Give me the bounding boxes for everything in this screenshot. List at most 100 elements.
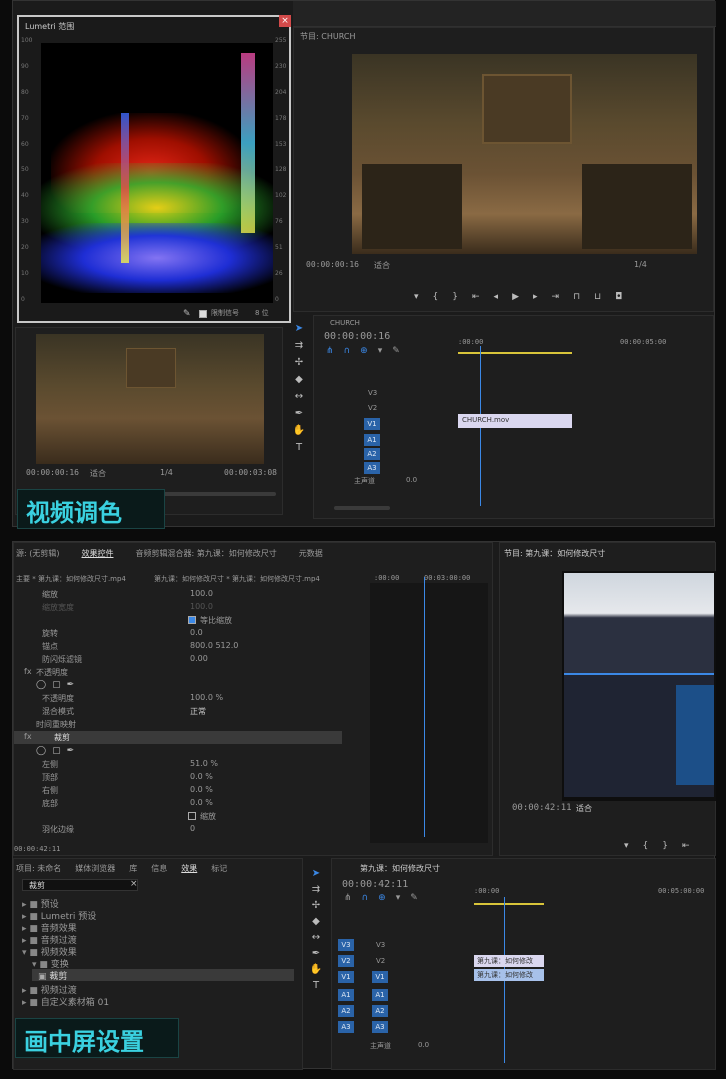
master-value-2[interactable]: 0.0 — [418, 1041, 429, 1049]
track-a1-source[interactable]: A1 — [338, 989, 354, 1001]
settings-icon[interactable]: ✎ — [392, 346, 400, 356]
tab-markers[interactable]: 标记 — [211, 863, 227, 874]
work-area-bar[interactable] — [458, 352, 572, 354]
selection-tool-icon[interactable]: ➤ — [295, 323, 303, 334]
program-fit-select-2[interactable]: 适合 — [576, 803, 592, 814]
source-timecode[interactable]: 00:00:00:16 — [26, 468, 79, 477]
go-in-icon[interactable]: ⇤ — [472, 292, 480, 306]
track-a2-source[interactable]: A2 — [338, 1005, 354, 1017]
track-a3-target[interactable]: A3 — [372, 1021, 388, 1033]
step-fwd-icon[interactable]: ▸ — [533, 292, 538, 306]
slip-icon[interactable]: ↔ — [295, 391, 303, 402]
step-back-icon[interactable]: ◂ — [494, 292, 499, 306]
effects-search-input[interactable]: 裁剪 — [22, 879, 138, 891]
sequence-timecode[interactable]: 00:00:00:16 — [324, 331, 390, 342]
tab-effect-controls[interactable]: 效果控件 — [81, 548, 113, 559]
out-icon[interactable]: } — [452, 292, 458, 306]
tab-source[interactable]: 源: (无剪辑) — [16, 548, 59, 559]
linked-icon[interactable]: ∩ — [362, 893, 369, 903]
source-fit-select[interactable]: 适合 — [90, 468, 106, 479]
ec-playhead[interactable] — [424, 577, 425, 837]
in-icon[interactable]: { — [433, 292, 439, 306]
clip-v2[interactable]: 第九课：如何修改 — [474, 955, 544, 967]
razor-icon[interactable]: ◆ — [295, 374, 303, 385]
rect-mask-icon[interactable]: ▢ — [52, 746, 61, 756]
out-icon[interactable]: } — [662, 841, 668, 851]
prop-value[interactable]: 0.0 % — [190, 798, 213, 807]
prop-value[interactable]: 0.0 % — [190, 772, 213, 781]
track-a3-target[interactable]: A3 — [364, 462, 380, 474]
extract-icon[interactable]: ⊔ — [594, 292, 601, 306]
clamp-checkbox[interactable] — [199, 310, 207, 318]
tree-item[interactable]: ▾ ■ 变换 — [32, 957, 232, 970]
linked-icon[interactable]: ∩ — [344, 346, 351, 356]
scope-title[interactable]: Lumetri 范围 — [25, 21, 74, 32]
ec-sequence-clip[interactable]: 第九课：如何修改尺寸 * 第九课：如何修改尺寸.mp4 — [154, 574, 320, 584]
pen-icon[interactable]: ✒ — [312, 948, 320, 959]
prop-value[interactable]: 800.0 512.0 — [190, 641, 238, 650]
play-icon[interactable]: ▶ — [512, 292, 519, 306]
sequence-timecode-2[interactable]: 00:00:42:11 — [342, 879, 408, 890]
program-res-select[interactable]: 1/4 — [634, 260, 647, 269]
tab-media-browser[interactable]: 媒体浏览器 — [75, 863, 115, 874]
work-area-bar-2[interactable] — [474, 903, 544, 905]
prop-value[interactable]: 0.00 — [190, 654, 208, 663]
camera-icon[interactable]: ◘ — [615, 292, 622, 306]
clip-church[interactable]: CHURCH.mov — [458, 414, 572, 428]
search-clear-icon[interactable]: × — [130, 879, 138, 889]
ripple-edit-icon[interactable]: ✢ — [295, 357, 303, 368]
track-v1-target[interactable]: V1 — [372, 971, 388, 983]
track-a1-target[interactable]: A1 — [364, 434, 380, 446]
tab-libraries[interactable]: 库 — [129, 863, 137, 874]
slip-icon[interactable]: ↔ — [312, 932, 320, 943]
tab-metadata[interactable]: 元数据 — [299, 548, 323, 559]
tree-item[interactable]: ▸ ■ 音频效果 — [22, 921, 222, 934]
pen-mask-icon[interactable]: ✒ — [67, 746, 75, 756]
tab-project[interactable]: 项目: 未命名 — [16, 863, 61, 874]
track-select-icon[interactable]: ⇉ — [295, 340, 303, 351]
master-value[interactable]: 0.0 — [406, 476, 417, 484]
sequence-tab-2[interactable]: 第九课：如何修改尺寸 — [360, 863, 440, 874]
prop-value[interactable]: 100.0 — [190, 589, 213, 598]
source-res-select[interactable]: 1/4 — [160, 468, 173, 477]
track-v3-source[interactable]: V3 — [338, 939, 354, 951]
pen-mask-icon[interactable]: ✒ — [67, 680, 75, 690]
clip-v1[interactable]: 第九课：如何修改 — [474, 969, 544, 981]
track-v1-source[interactable]: V1 — [338, 971, 354, 983]
crop-effect-row[interactable]: fx 裁剪 — [14, 731, 342, 744]
tree-item[interactable]: ▸ ■ 视频过渡 — [22, 983, 222, 996]
marker-icon[interactable]: ▾ — [378, 346, 383, 356]
hand-icon[interactable]: ✋ — [293, 425, 305, 436]
tree-item[interactable]: ▸ ■ 自定义素材箱 01 — [22, 995, 222, 1008]
tab-effects[interactable]: 效果 — [181, 863, 197, 874]
close-icon[interactable]: × — [279, 15, 291, 27]
track-a1-target[interactable]: A1 — [372, 989, 388, 1001]
tab-info[interactable]: 信息 — [151, 863, 167, 874]
settings-icon[interactable]: ✎ — [410, 893, 418, 903]
track-a3-source[interactable]: A3 — [338, 1021, 354, 1033]
tree-item[interactable]: ▸ ■ Lumetri 预设 — [22, 909, 222, 922]
timeline-scrollbar[interactable] — [334, 506, 390, 510]
rect-mask-icon[interactable]: ▢ — [52, 680, 61, 690]
marker-icon[interactable]: ▾ — [396, 893, 401, 903]
bit-depth-select[interactable]: 8 位 — [255, 308, 269, 318]
selection-tool-icon[interactable]: ➤ — [312, 868, 320, 879]
tab-audio-mixer[interactable]: 音频剪辑混合器: 第九课：如何修改尺寸 — [135, 548, 276, 559]
ec-footer-timecode[interactable]: 00:00:42:11 — [14, 845, 60, 853]
tree-item-selected[interactable]: ▣ 裁剪 — [32, 969, 294, 982]
hand-icon[interactable]: ✋ — [310, 964, 322, 975]
track-a2-target[interactable]: A2 — [364, 448, 380, 460]
program-timecode[interactable]: 00:00:00:16 — [306, 260, 359, 269]
ellipse-mask-icon[interactable]: ◯ — [36, 746, 46, 756]
prop-value[interactable]: 0 — [190, 824, 195, 833]
snap-icon[interactable]: ⋔ — [344, 893, 352, 903]
add-marker-icon[interactable]: ⊕ — [378, 893, 386, 903]
track-v1-target[interactable]: V1 — [364, 418, 380, 430]
marker-icon[interactable]: ▾ — [624, 841, 629, 851]
lift-icon[interactable]: ⊓ — [573, 292, 580, 306]
prop-value[interactable]: 100.0 % — [190, 693, 223, 702]
ripple-edit-icon[interactable]: ✢ — [312, 900, 320, 911]
program-timecode-2[interactable]: 00:00:42:11 — [512, 803, 572, 813]
prop-value[interactable]: 51.0 % — [190, 759, 218, 768]
blend-mode-select[interactable]: 正常 — [190, 706, 206, 717]
